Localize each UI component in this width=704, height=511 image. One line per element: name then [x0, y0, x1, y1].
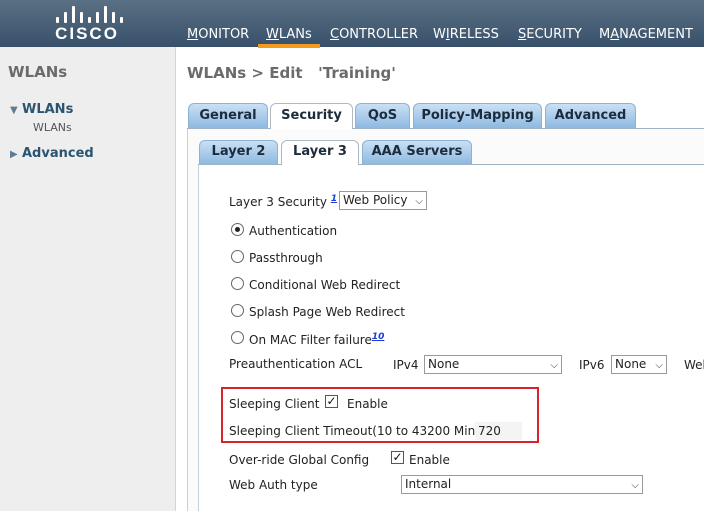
chevron-down-icon: ⌵ — [655, 360, 663, 371]
tab-general[interactable]: General — [188, 103, 268, 128]
top-nav-bar: CISCO MONITOR WLANs CONTROLLER WIRELESS … — [0, 0, 704, 48]
triangle-right-icon: ▶ — [10, 149, 18, 160]
nav-monitor-label: ONITOR — [198, 27, 250, 42]
tab-advanced[interactable]: Advanced — [545, 103, 636, 128]
l3-security-label: Layer 3 Security 1 — [229, 194, 338, 209]
tab-divider — [187, 128, 704, 129]
nav-monitor[interactable]: MONITOR — [187, 27, 249, 42]
nav-management[interactable]: MANAGEMENT — [599, 27, 693, 42]
footnote-link[interactable]: 10 — [372, 332, 385, 342]
sleeping-client-enable-label: Enable — [347, 397, 388, 411]
radio-passthrough-label: Passthrough — [249, 251, 323, 265]
ipv4-label: IPv4 — [393, 358, 419, 372]
sidebar-item-advanced[interactable]: ▶ Advanced — [10, 146, 94, 161]
ipv4-acl-select[interactable]: None ⌵ — [424, 355, 562, 374]
logo-text: CISCO — [55, 24, 119, 43]
nav-wlans-label: LANs — [278, 27, 312, 42]
nav-wireless[interactable]: WIRELESS — [433, 27, 499, 42]
radio-on-mac-filter-failure-label: On MAC Filter failure10 — [249, 332, 385, 347]
ipv6-label: IPv6 — [579, 358, 605, 372]
ipv6-acl-select[interactable]: None ⌵ — [611, 355, 667, 374]
nav-management-label: NAGEMENT — [619, 27, 693, 42]
triangle-down-icon: ▼ — [10, 105, 18, 116]
nav-controller-label: ONTROLLER — [339, 27, 418, 42]
radio-authentication-label: Authentication — [249, 224, 338, 238]
checkmark-icon: ✓ — [392, 450, 403, 464]
radio-passthrough[interactable] — [231, 250, 244, 263]
radio-conditional-web-redirect[interactable] — [231, 277, 244, 290]
nav-wireless-label: RELESS — [449, 27, 499, 42]
chevron-down-icon: ⌵ — [631, 480, 639, 491]
nav-security[interactable]: SECURITY — [518, 27, 582, 42]
nav-security-label: ECURITY — [526, 27, 582, 42]
radio-conditional-web-redirect-label: Conditional Web Redirect — [249, 278, 401, 292]
nav-controller[interactable]: CONTROLLER — [330, 27, 418, 42]
cisco-bridge-icon — [55, 5, 123, 23]
tab-security[interactable]: Security — [270, 103, 353, 129]
sidebar-subitem-wlans[interactable]: WLANs — [33, 121, 72, 134]
sleeping-timeout-label: Sleeping Client Timeout(10 to 43200 Min) — [229, 424, 480, 438]
chevron-down-icon: ⌵ — [550, 360, 558, 371]
checkmark-icon: ✓ — [326, 394, 337, 408]
sleeping-timeout-input[interactable]: 720 — [475, 422, 522, 440]
radio-on-mac-filter-failure[interactable] — [231, 331, 244, 344]
sidebar-title: WLANs — [8, 63, 68, 81]
web-acl-label: Web — [684, 358, 704, 372]
tab-aaa-servers[interactable]: AAA Servers — [362, 140, 472, 164]
footnote-link[interactable]: 1 — [331, 194, 337, 204]
app-root: CISCO MONITOR WLANs CONTROLLER WIRELESS … — [0, 0, 704, 511]
tab-layer3[interactable]: Layer 3 — [281, 140, 359, 165]
tab-qos[interactable]: QoS — [355, 103, 410, 128]
sleeping-client-label: Sleeping Client — [229, 397, 320, 411]
chevron-down-icon: ⌵ — [415, 196, 423, 207]
nav-wlans[interactable]: WLANs — [258, 27, 320, 48]
radio-authentication[interactable] — [231, 223, 244, 236]
cisco-logo: CISCO — [52, 5, 123, 43]
subtab-divider — [198, 164, 704, 165]
page-title: WLANs > Edit 'Training' — [187, 64, 396, 82]
tab-policy-mapping[interactable]: Policy-Mapping — [413, 103, 542, 128]
sleeping-client-checkbox[interactable]: ✓ — [325, 395, 338, 408]
radio-splash-page-web-redirect[interactable] — [231, 304, 244, 317]
radio-splash-page-web-redirect-label: Splash Page Web Redirect — [249, 305, 405, 319]
l3-security-select[interactable]: Web Policy ⌵ — [339, 191, 427, 210]
override-global-label: Over-ride Global Config — [229, 453, 370, 467]
override-global-checkbox[interactable]: ✓ — [391, 451, 404, 464]
sidebar: WLANs ▼ WLANs WLANs ▶ Advanced — [0, 47, 176, 511]
override-enable-label: Enable — [409, 453, 450, 467]
sidebar-item-label: WLANs — [22, 102, 74, 117]
tab-layer2[interactable]: Layer 2 — [199, 140, 278, 164]
sidebar-item-label: Advanced — [22, 146, 94, 161]
sidebar-item-wlans[interactable]: ▼ WLANs — [10, 102, 73, 117]
preauth-acl-label: Preauthentication ACL — [229, 357, 363, 371]
web-auth-type-select[interactable]: Internal ⌵ — [401, 475, 643, 494]
web-auth-type-label: Web Auth type — [229, 478, 318, 492]
